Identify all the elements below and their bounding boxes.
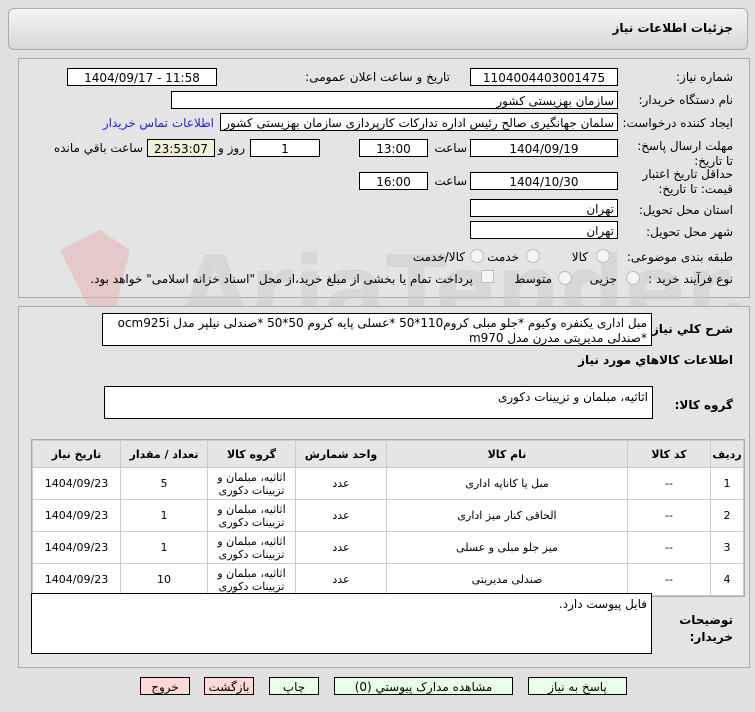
table-row: 3 -- میز جلو مبلی و عسلی عدد اثاثیه، مبلمان … bbox=[32, 531, 744, 564]
deadline-time-field: 13:00 bbox=[359, 139, 428, 157]
cell-date: 1404/09/23 bbox=[32, 531, 121, 564]
col-qty: تعداد / مقدار bbox=[120, 440, 208, 468]
cell-unit: عدد bbox=[295, 467, 387, 500]
cell-group: اثاثیه، مبلمان و تزیینات دکوری bbox=[207, 499, 296, 532]
cell-qty: 1 bbox=[120, 499, 208, 532]
cell-date: 1404/09/23 bbox=[32, 467, 121, 500]
cell-row: 3 bbox=[710, 531, 744, 564]
cell-date: 1404/09/23 bbox=[32, 563, 121, 596]
cell-group: اثاثیه، مبلمان و تزیینات دکوری bbox=[207, 563, 296, 596]
col-row: ردیف bbox=[710, 440, 744, 468]
category-option-both: کالا/خدمت bbox=[412, 250, 465, 264]
cell-qty: 10 bbox=[120, 563, 208, 596]
process-radio-medium[interactable] bbox=[558, 271, 572, 285]
validity-label: حداقل تاریخ اعتبار قیمت: تا تاریخ: bbox=[642, 167, 733, 196]
goods-info-title: اطلاعات کالاهاي مورد نیاز bbox=[578, 353, 733, 367]
category-label: طبقه بندی موضوعی: bbox=[626, 250, 733, 264]
cell-code: -- bbox=[627, 563, 711, 596]
cell-group: اثاثیه، مبلمان و تزیینات دکوری bbox=[207, 467, 296, 500]
validity-date-field: 1404/10/30 bbox=[470, 172, 618, 190]
announce-label: تاریخ و ساعت اعلان عمومی: bbox=[305, 70, 450, 84]
deadline-label: مهلت ارسال پاسخ: تا تاریخ: bbox=[637, 139, 733, 168]
exit-button[interactable]: خروج bbox=[140, 677, 190, 695]
cell-qty: 5 bbox=[120, 467, 208, 500]
announce-field: 1404/09/17 - 11:58 bbox=[67, 68, 217, 86]
col-name: نام کالا bbox=[386, 440, 628, 468]
cell-code: -- bbox=[627, 499, 711, 532]
goods-table-wrapper: ردیف کد کالا نام کالا واحد شمارش گروه کا… bbox=[31, 439, 745, 597]
summary-label: شرح کلي نیاز: bbox=[647, 322, 733, 336]
validity-time-field: 16:00 bbox=[359, 172, 428, 190]
need-number-label: شماره نیاز: bbox=[676, 70, 733, 84]
col-code: کد کالا bbox=[627, 440, 711, 468]
buyer-org-label: نام دستگاه خریدار: bbox=[638, 93, 734, 107]
table-header-row: ردیف کد کالا نام کالا واحد شمارش گروه کا… bbox=[32, 440, 744, 468]
city-label: شهر محل تحویل: bbox=[646, 225, 733, 239]
back-button[interactable]: بازگشت bbox=[204, 677, 254, 695]
goods-group-label: گروه کالا: bbox=[674, 398, 733, 412]
category-radio-both[interactable] bbox=[470, 249, 484, 263]
category-radio-service[interactable] bbox=[526, 249, 540, 263]
process-label: نوع فرآیند خرید : bbox=[648, 272, 733, 286]
process-option-medium: متوسط bbox=[514, 272, 552, 286]
col-group: گروه کالا bbox=[207, 440, 296, 468]
validity-time-label: ساعت bbox=[434, 174, 467, 188]
summary-textarea[interactable]: مبل اداری یکنفره وکیوم *جلو مبلی کروم110… bbox=[102, 313, 652, 346]
cell-name: میز جلو مبلی و عسلی bbox=[386, 531, 628, 564]
creator-field: سلمان جهانگیری صالح رئیس اداره تدارکات ک… bbox=[220, 113, 618, 131]
goods-table: ردیف کد کالا نام کالا واحد شمارش گروه کا… bbox=[32, 440, 744, 596]
deadline-date-field: 1404/09/19 bbox=[470, 139, 618, 157]
cell-unit: عدد bbox=[295, 531, 387, 564]
cell-date: 1404/09/23 bbox=[32, 499, 121, 532]
cell-qty: 1 bbox=[120, 531, 208, 564]
cell-name: الحاقی کنار میز اداری bbox=[386, 499, 628, 532]
table-row: 2 -- الحاقی کنار میز اداری عدد اثاثیه، مبلما… bbox=[32, 499, 744, 532]
cell-unit: عدد bbox=[295, 499, 387, 532]
page-title: جزئیات اطلاعات نیاز bbox=[612, 21, 733, 35]
cell-row: 2 bbox=[710, 499, 744, 532]
days-label: روز و bbox=[218, 141, 245, 155]
col-unit: واحد شمارش bbox=[295, 440, 387, 468]
cell-code: -- bbox=[627, 531, 711, 564]
page-header: جزئیات اطلاعات نیاز bbox=[8, 8, 748, 50]
process-radio-minor[interactable] bbox=[626, 271, 640, 285]
notes-textarea[interactable]: فایل پیوست دارد. bbox=[31, 593, 652, 654]
view-attachments-button[interactable]: مشاهده مدارک پیوستي (0) bbox=[334, 677, 513, 695]
cell-name: صندلی مدیریتی bbox=[386, 563, 628, 596]
print-button[interactable]: چاپ bbox=[269, 677, 319, 695]
table-row: 1 -- مبل یا کاناپه اداری عدد اثاثیه، مبلمان … bbox=[32, 467, 744, 500]
need-number-field: 1104004403001475 bbox=[470, 68, 618, 86]
reply-button[interactable]: پاسخ به نیاز bbox=[528, 677, 627, 695]
province-field: تهران bbox=[470, 199, 618, 217]
treasury-checkbox[interactable] bbox=[481, 270, 494, 283]
col-date: تاریخ نیاز bbox=[32, 440, 121, 468]
table-row: 4 -- صندلی مدیریتی عدد اثاثیه، مبلمان و تزیی… bbox=[32, 563, 744, 596]
remaining-time-field: 23:53:07 bbox=[147, 139, 215, 157]
deadline-time-label: ساعت bbox=[434, 141, 467, 155]
payment-note: پرداخت تمام یا بخشی از مبلغ خرید،از محل … bbox=[90, 272, 473, 286]
province-label: استان محل تحویل: bbox=[638, 203, 733, 217]
category-option-goods: کالا bbox=[571, 250, 588, 264]
cell-row: 4 bbox=[710, 563, 744, 596]
category-option-service: خدمت bbox=[487, 250, 519, 264]
creator-label: ایجاد کننده درخواست: bbox=[622, 116, 733, 130]
city-field: تهران bbox=[470, 221, 618, 239]
days-field: 1 bbox=[250, 139, 320, 157]
notes-label: توضیحات خریدار: bbox=[679, 613, 733, 644]
cell-row: 1 bbox=[710, 467, 744, 500]
buyer-org-field: سازمان بهزیستی کشور bbox=[171, 91, 618, 109]
cell-unit: عدد bbox=[295, 563, 387, 596]
buyer-contact-link[interactable]: اطلاعات تماس خریدار bbox=[103, 116, 214, 130]
cell-name: مبل یا کاناپه اداری bbox=[386, 467, 628, 500]
category-radio-goods[interactable] bbox=[596, 249, 610, 263]
cell-code: -- bbox=[627, 467, 711, 500]
remaining-label: ساعت باقي مانده bbox=[53, 141, 143, 155]
goods-group-textarea[interactable]: اثاثیه، مبلمان و تزیینات دکوری bbox=[104, 386, 653, 419]
cell-group: اثاثیه، مبلمان و تزیینات دکوری bbox=[207, 531, 296, 564]
process-option-minor: جزیی bbox=[589, 272, 617, 286]
